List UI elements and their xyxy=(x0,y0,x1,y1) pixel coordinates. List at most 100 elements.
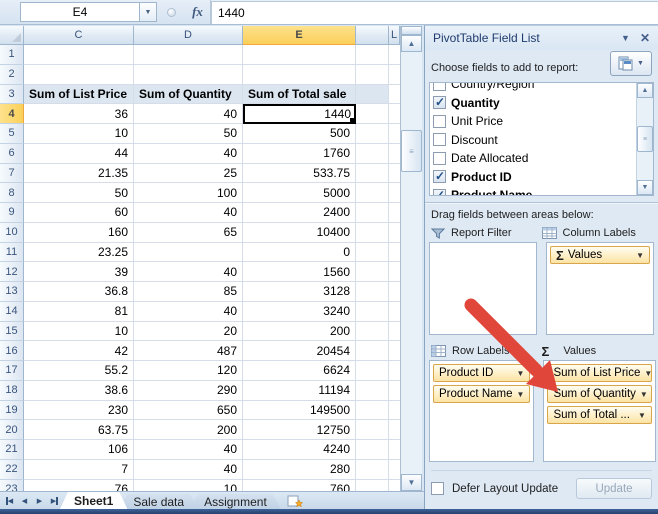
grid-cell[interactable]: 60 xyxy=(24,203,134,223)
grid-cell[interactable] xyxy=(389,420,400,440)
grid-cell[interactable] xyxy=(389,401,400,421)
grid-cell[interactable]: 2400 xyxy=(243,203,356,223)
grid-cell[interactable]: 760 xyxy=(243,480,356,492)
grid-cell[interactable]: 55.2 xyxy=(24,361,134,381)
update-button[interactable]: Update xyxy=(576,478,652,499)
field-checkbox-item[interactable]: Country/Region xyxy=(433,82,636,94)
grid-cell[interactable]: 50 xyxy=(24,183,134,203)
pivot-field-button[interactable]: Sum of List Price ▼ xyxy=(547,364,652,382)
grid-cell[interactable] xyxy=(389,45,400,65)
row-header[interactable]: 8 xyxy=(0,183,24,203)
row-header[interactable]: 1 xyxy=(0,45,24,65)
grid-cell[interactable]: 10 xyxy=(24,124,134,144)
previous-sheet-button[interactable]: ◀ xyxy=(18,494,31,507)
grid-cell[interactable]: 40 xyxy=(134,262,243,282)
grid-cell[interactable] xyxy=(356,203,389,223)
row-header[interactable]: 21 xyxy=(0,440,24,460)
grid-cell[interactable]: 280 xyxy=(243,460,356,480)
row-header[interactable]: 13 xyxy=(0,282,24,302)
grid-cell[interactable] xyxy=(356,420,389,440)
grid-cell[interactable] xyxy=(356,164,389,184)
pivot-field-button[interactable]: Sum of Total ... ▼ xyxy=(547,406,652,424)
values-box[interactable]: Sum of List Price ▼ Sum of Quantity ▼ Su… xyxy=(543,360,656,462)
grid-cell[interactable]: 38.6 xyxy=(24,381,134,401)
next-sheet-button[interactable]: ▶ xyxy=(33,494,46,507)
grid-cell[interactable] xyxy=(356,282,389,302)
grid-cell[interactable]: Sum of Quantity xyxy=(134,85,243,105)
column-header-c[interactable]: C xyxy=(24,26,134,45)
checkbox-icon[interactable] xyxy=(433,133,446,146)
grid-cell[interactable]: 650 xyxy=(134,401,243,421)
scroll-up-button[interactable]: ▲ xyxy=(401,35,422,52)
grid-cell[interactable]: Sum of List Price xyxy=(24,85,134,105)
grid-cell[interactable]: 3128 xyxy=(243,282,356,302)
grid-cell[interactable]: 533.75 xyxy=(243,164,356,184)
checkbox-icon[interactable] xyxy=(433,170,446,183)
grid-cell[interactable]: 50 xyxy=(134,124,243,144)
grid-cell[interactable] xyxy=(356,381,389,401)
field-checkbox-item[interactable]: Unit Price xyxy=(433,112,636,131)
grid-cell[interactable]: 10 xyxy=(24,322,134,342)
grid-cell[interactable]: 7 xyxy=(24,460,134,480)
field-checkbox-item[interactable]: Quantity xyxy=(433,94,636,113)
row-header[interactable]: 3 xyxy=(0,85,24,105)
sheet-tab[interactable]: Sale data xyxy=(119,494,198,509)
column-header-f[interactable] xyxy=(356,26,389,45)
checkbox-icon[interactable] xyxy=(433,82,446,91)
grid-cell[interactable] xyxy=(389,223,400,243)
grid-cell[interactable] xyxy=(356,262,389,282)
row-header[interactable]: 16 xyxy=(0,341,24,361)
pivot-field-button[interactable]: Sum of Quantity ▼ xyxy=(547,385,652,403)
scrollbar-thumb[interactable]: ≡ xyxy=(401,130,422,172)
pivot-field-button[interactable]: Product ID ▼ xyxy=(433,364,530,382)
grid-cell[interactable]: 23.25 xyxy=(24,243,134,263)
pivot-field-button[interactable]: Σ Values ▼ xyxy=(550,246,650,264)
grid-cell[interactable]: 500 xyxy=(243,124,356,144)
grid-cell[interactable]: 120 xyxy=(134,361,243,381)
grid-cell[interactable] xyxy=(356,85,389,105)
grid-cell[interactable] xyxy=(134,243,243,263)
grid-cell[interactable] xyxy=(356,183,389,203)
grid-cell[interactable] xyxy=(389,164,400,184)
formula-input[interactable]: 1440 xyxy=(211,1,658,24)
grid-cell[interactable] xyxy=(389,65,400,85)
grid-cell[interactable]: 10400 xyxy=(243,223,356,243)
grid-cell[interactable]: 25 xyxy=(134,164,243,184)
grid-cell[interactable] xyxy=(356,361,389,381)
first-sheet-button[interactable]: ◀ xyxy=(3,494,16,507)
grid-cell[interactable] xyxy=(243,65,356,85)
pane-close-icon[interactable]: ✕ xyxy=(640,31,650,45)
column-header-d[interactable]: D xyxy=(134,26,243,45)
grid-cell[interactable]: 44 xyxy=(24,144,134,164)
grid-cell[interactable] xyxy=(356,104,389,124)
grid-cell[interactable]: 0 xyxy=(243,243,356,263)
grid-cell[interactable] xyxy=(356,144,389,164)
grid-cell[interactable]: 160 xyxy=(24,223,134,243)
grid-cell[interactable] xyxy=(24,45,134,65)
grid-cell[interactable] xyxy=(356,440,389,460)
split-handle[interactable] xyxy=(401,26,422,35)
grid-cell[interactable] xyxy=(243,45,356,65)
field-list-scrollbar[interactable]: ▲ ≡ ▼ xyxy=(636,83,653,195)
grid-cell[interactable] xyxy=(134,45,243,65)
grid-cell[interactable] xyxy=(389,282,400,302)
row-header[interactable]: 19 xyxy=(0,401,24,421)
grid-cell[interactable] xyxy=(389,460,400,480)
grid-cell[interactable] xyxy=(389,440,400,460)
grid-cell[interactable] xyxy=(356,460,389,480)
grid-cell[interactable]: 81 xyxy=(24,302,134,322)
checkbox-icon[interactable] xyxy=(433,115,446,128)
grid-cell[interactable] xyxy=(356,401,389,421)
grid-cell[interactable] xyxy=(356,45,389,65)
scroll-down-button[interactable]: ▼ xyxy=(637,180,653,195)
grid-cell[interactable] xyxy=(389,203,400,223)
insert-function-icon[interactable]: fx xyxy=(185,0,211,24)
field-checkbox-item[interactable]: Product ID xyxy=(433,168,636,187)
grid-cell[interactable] xyxy=(389,104,400,124)
grid-cell[interactable] xyxy=(24,65,134,85)
column-labels-box[interactable]: Σ Values ▼ xyxy=(546,242,654,335)
grid-cell[interactable]: 40 xyxy=(134,144,243,164)
column-header-l[interactable]: L xyxy=(389,26,400,45)
grid-cell[interactable]: 65 xyxy=(134,223,243,243)
row-header[interactable]: 12 xyxy=(0,262,24,282)
